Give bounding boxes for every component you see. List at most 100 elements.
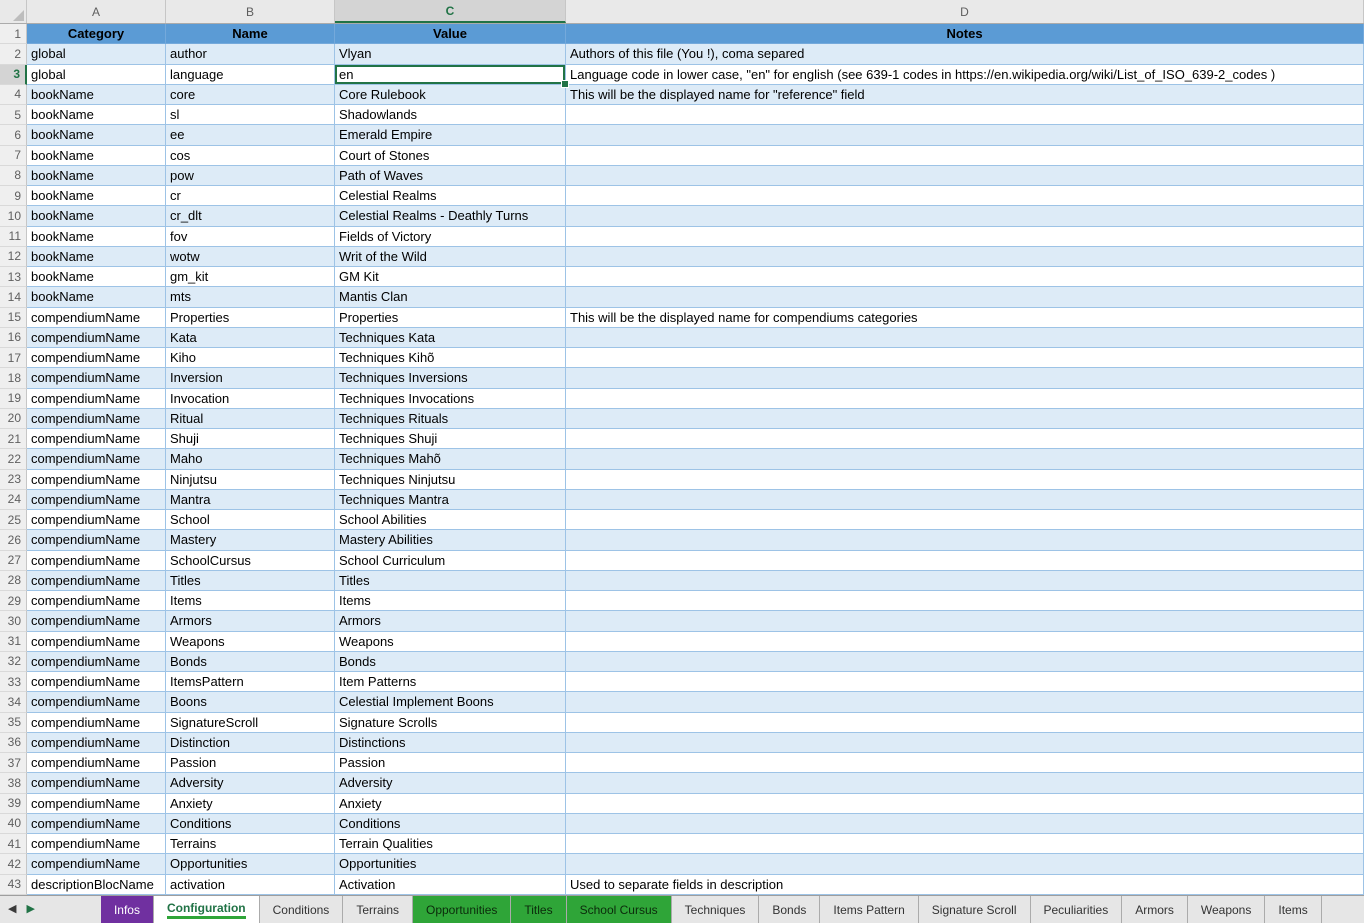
cell-c16[interactable]: Techniques Kata [335,328,566,348]
select-all-corner[interactable] [0,0,27,23]
row-number[interactable]: 32 [0,652,27,672]
row-number[interactable]: 4 [0,85,27,105]
header-cell-notes[interactable]: Notes [566,24,1364,44]
cell-b14[interactable]: mts [166,287,335,307]
row-number[interactable]: 39 [0,794,27,814]
row-number[interactable]: 20 [0,409,27,429]
cell-a18[interactable]: compendiumName [27,368,166,388]
cell-b25[interactable]: School [166,510,335,530]
cell-b17[interactable]: Kiho [166,348,335,368]
cell-c35[interactable]: Signature Scrolls [335,713,566,733]
cell-b30[interactable]: Armors [166,611,335,631]
row-number[interactable]: 43 [0,875,27,895]
row-number[interactable]: 26 [0,530,27,550]
cell-c26[interactable]: Mastery Abilities [335,530,566,550]
cell-d25[interactable] [566,510,1364,530]
cell-b16[interactable]: Kata [166,328,335,348]
row-number[interactable]: 21 [0,429,27,449]
cell-b3[interactable]: language [166,65,335,85]
cell-b12[interactable]: wotw [166,247,335,267]
cell-b35[interactable]: SignatureScroll [166,713,335,733]
cell-d17[interactable] [566,348,1364,368]
row-number[interactable]: 38 [0,773,27,793]
cell-c43[interactable]: Activation [335,875,566,895]
cell-d10[interactable] [566,206,1364,226]
cell-b28[interactable]: Titles [166,571,335,591]
cell-a26[interactable]: compendiumName [27,530,166,550]
cell-a22[interactable]: compendiumName [27,449,166,469]
sheet-tab-infos[interactable]: Infos [101,896,154,923]
cell-c8[interactable]: Path of Waves [335,166,566,186]
row-number[interactable]: 42 [0,854,27,874]
cell-a8[interactable]: bookName [27,166,166,186]
sheet-tab-school-cursus[interactable]: School Cursus [567,896,672,923]
selected-cell-c3[interactable]: en [335,65,566,85]
cell-a4[interactable]: bookName [27,85,166,105]
cell-b13[interactable]: gm_kit [166,267,335,287]
row-number[interactable]: 24 [0,490,27,510]
cell-d42[interactable] [566,854,1364,874]
cell-a12[interactable]: bookName [27,247,166,267]
cell-c34[interactable]: Celestial Implement Boons [335,692,566,712]
cell-d23[interactable] [566,470,1364,490]
cell-b8[interactable]: pow [166,166,335,186]
sheet-tab-items[interactable]: Items [1265,896,1321,923]
cell-a23[interactable]: compendiumName [27,470,166,490]
cell-d26[interactable] [566,530,1364,550]
cell-b32[interactable]: Bonds [166,652,335,672]
cell-d34[interactable] [566,692,1364,712]
cell-b22[interactable]: Maho [166,449,335,469]
cell-c36[interactable]: Distinctions [335,733,566,753]
cell-a15[interactable]: compendiumName [27,308,166,328]
cell-b38[interactable]: Adversity [166,773,335,793]
cell-c32[interactable]: Bonds [335,652,566,672]
prev-sheet-arrow-icon[interactable]: ◀ [8,904,16,915]
column-header-b[interactable]: B [166,0,335,23]
cell-c30[interactable]: Armors [335,611,566,631]
cell-a28[interactable]: compendiumName [27,571,166,591]
cell-c11[interactable]: Fields of Victory [335,227,566,247]
cell-b29[interactable]: Items [166,591,335,611]
cell-d11[interactable] [566,227,1364,247]
row-number[interactable]: 8 [0,166,27,186]
cell-c19[interactable]: Techniques Invocations [335,389,566,409]
cell-d7[interactable] [566,146,1364,166]
cell-b31[interactable]: Weapons [166,632,335,652]
cell-a21[interactable]: compendiumName [27,429,166,449]
cell-b42[interactable]: Opportunities [166,854,335,874]
row-number[interactable]: 33 [0,672,27,692]
cell-d8[interactable] [566,166,1364,186]
row-number[interactable]: 5 [0,105,27,125]
cell-a42[interactable]: compendiumName [27,854,166,874]
cell-d36[interactable] [566,733,1364,753]
cell-a7[interactable]: bookName [27,146,166,166]
cell-d13[interactable] [566,267,1364,287]
cell-d4[interactable]: This will be the displayed name for "ref… [566,85,1364,105]
cell-c22[interactable]: Techniques Mahõ [335,449,566,469]
cell-c33[interactable]: Item Patterns [335,672,566,692]
cell-d32[interactable] [566,652,1364,672]
row-number[interactable]: 41 [0,834,27,854]
cell-c7[interactable]: Court of Stones [335,146,566,166]
cell-a31[interactable]: compendiumName [27,632,166,652]
header-cell-name[interactable]: Name [166,24,335,44]
row-number[interactable]: 1 [0,24,27,44]
sheet-tab-opportunities[interactable]: Opportunities [413,896,511,923]
cell-c6[interactable]: Emerald Empire [335,125,566,145]
column-header-d[interactable]: D [566,0,1364,23]
cell-b5[interactable]: sl [166,105,335,125]
cell-b2[interactable]: author [166,44,335,64]
cell-d38[interactable] [566,773,1364,793]
cell-c4[interactable]: Core Rulebook [335,85,566,105]
cell-a6[interactable]: bookName [27,125,166,145]
cell-b20[interactable]: Ritual [166,409,335,429]
cell-b7[interactable]: cos [166,146,335,166]
cell-a20[interactable]: compendiumName [27,409,166,429]
cell-c28[interactable]: Titles [335,571,566,591]
cell-c10[interactable]: Celestial Realms - Deathly Turns [335,206,566,226]
row-number[interactable]: 27 [0,551,27,571]
cell-c5[interactable]: Shadowlands [335,105,566,125]
cell-d27[interactable] [566,551,1364,571]
cell-c14[interactable]: Mantis Clan [335,287,566,307]
cell-b39[interactable]: Anxiety [166,794,335,814]
